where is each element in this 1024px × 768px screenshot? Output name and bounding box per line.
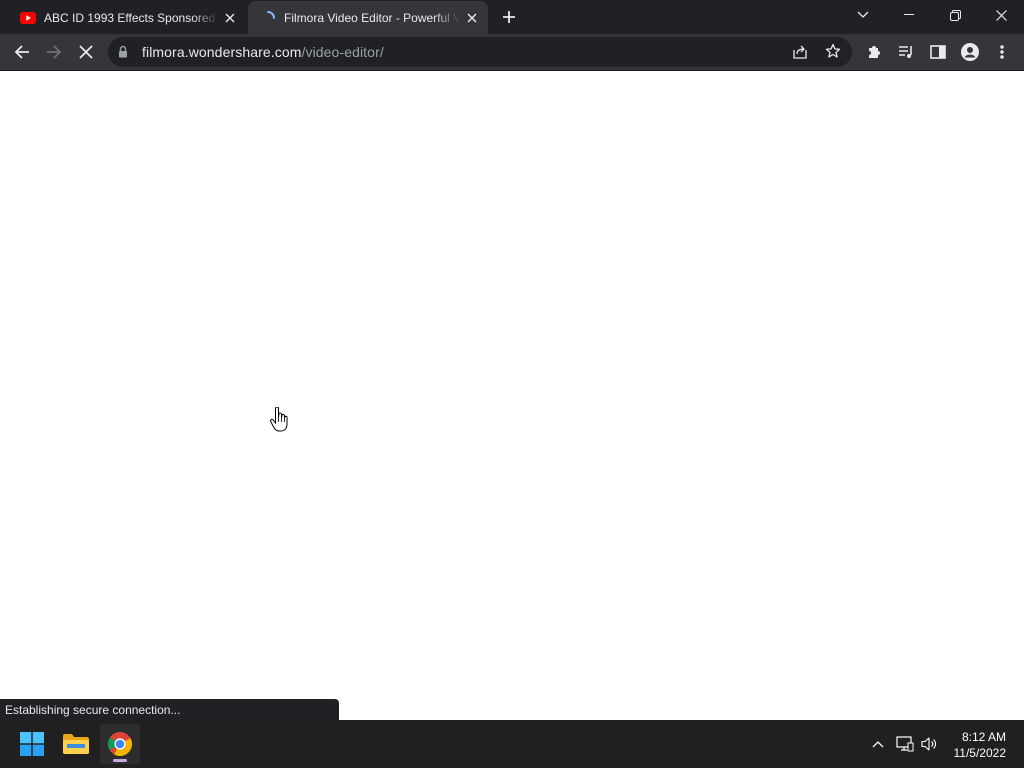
folder-icon	[63, 734, 89, 754]
browser-toolbar: filmora.wondershare.com/video-editor/	[0, 34, 1024, 71]
tab-title: ABC ID 1993 Effects Sponsored by Preview…	[44, 10, 218, 25]
address-bar[interactable]: filmora.wondershare.com/video-editor/	[108, 37, 852, 67]
chrome-menu-button[interactable]	[988, 38, 1016, 66]
back-button[interactable]	[8, 38, 36, 66]
youtube-icon	[20, 10, 36, 26]
start-button[interactable]	[12, 724, 52, 764]
tab-title: Filmora Video Editor - Powerful Video Ed…	[284, 10, 460, 25]
network-button[interactable]	[893, 720, 917, 768]
restore-button[interactable]	[932, 0, 978, 30]
media-controls-button[interactable]	[892, 38, 920, 66]
new-tab-button[interactable]	[497, 5, 521, 29]
taskbar: 8:12 AM 11/5/2022	[0, 720, 1024, 768]
url-path: /video-editor/	[301, 44, 384, 60]
clock-date: 11/5/2022	[953, 746, 1007, 760]
chrome-taskbar-button[interactable]	[100, 724, 140, 764]
chevron-up-icon	[872, 741, 884, 748]
arrow-right-icon	[47, 45, 62, 59]
minimize-button[interactable]	[886, 0, 932, 30]
close-icon	[995, 9, 1007, 21]
show-hidden-icons-button[interactable]	[866, 720, 890, 768]
extensions-button[interactable]	[860, 38, 888, 66]
share-icon[interactable]	[792, 44, 808, 65]
running-indicator	[113, 759, 127, 762]
tab-strip: ABC ID 1993 Effects Sponsored by Preview…	[0, 0, 1024, 34]
close-tab-icon[interactable]	[460, 6, 484, 30]
taskbar-clock[interactable]: 8:12 AM 11/5/2022	[954, 729, 1007, 761]
minimize-icon	[904, 14, 914, 15]
url-host: filmora.wondershare.com	[142, 44, 302, 60]
tab-filmora[interactable]: Filmora Video Editor - Powerful Video Ed…	[248, 1, 488, 34]
side-panel-icon	[930, 45, 946, 59]
status-bubble: Establishing secure connection...	[0, 699, 339, 720]
restore-icon	[949, 9, 961, 21]
clock-time: 8:12 AM	[961, 730, 1006, 744]
stop-icon	[79, 45, 93, 59]
tab-search-button[interactable]	[840, 0, 886, 30]
speaker-icon	[921, 737, 936, 751]
forward-button[interactable]	[40, 38, 68, 66]
side-panel-button[interactable]	[924, 38, 952, 66]
arrow-left-icon	[14, 45, 29, 59]
lock-icon[interactable]	[118, 45, 128, 63]
loading-spinner-icon	[260, 10, 276, 26]
tab-youtube[interactable]: ABC ID 1993 Effects Sponsored by Preview…	[8, 1, 246, 34]
more-vertical-icon	[1000, 45, 1004, 59]
close-tab-icon[interactable]	[218, 6, 242, 30]
profile-button[interactable]	[956, 38, 984, 66]
url-text: filmora.wondershare.com/video-editor/	[142, 44, 384, 60]
chrome-icon	[108, 732, 132, 756]
windows-logo-icon	[20, 732, 44, 756]
file-explorer-button[interactable]	[56, 724, 96, 764]
volume-button[interactable]	[918, 720, 942, 768]
media-queue-icon	[899, 46, 912, 58]
hand-cursor-icon	[270, 406, 288, 438]
page-content	[0, 71, 1024, 720]
plus-icon	[503, 11, 515, 23]
avatar-icon	[961, 43, 979, 61]
bookmark-star-icon[interactable]	[825, 43, 841, 64]
network-icon	[896, 736, 914, 752]
chevron-down-icon	[857, 11, 869, 18]
window-close-button[interactable]	[978, 0, 1024, 30]
puzzle-icon	[869, 46, 880, 58]
stop-loading-button[interactable]	[72, 38, 100, 66]
